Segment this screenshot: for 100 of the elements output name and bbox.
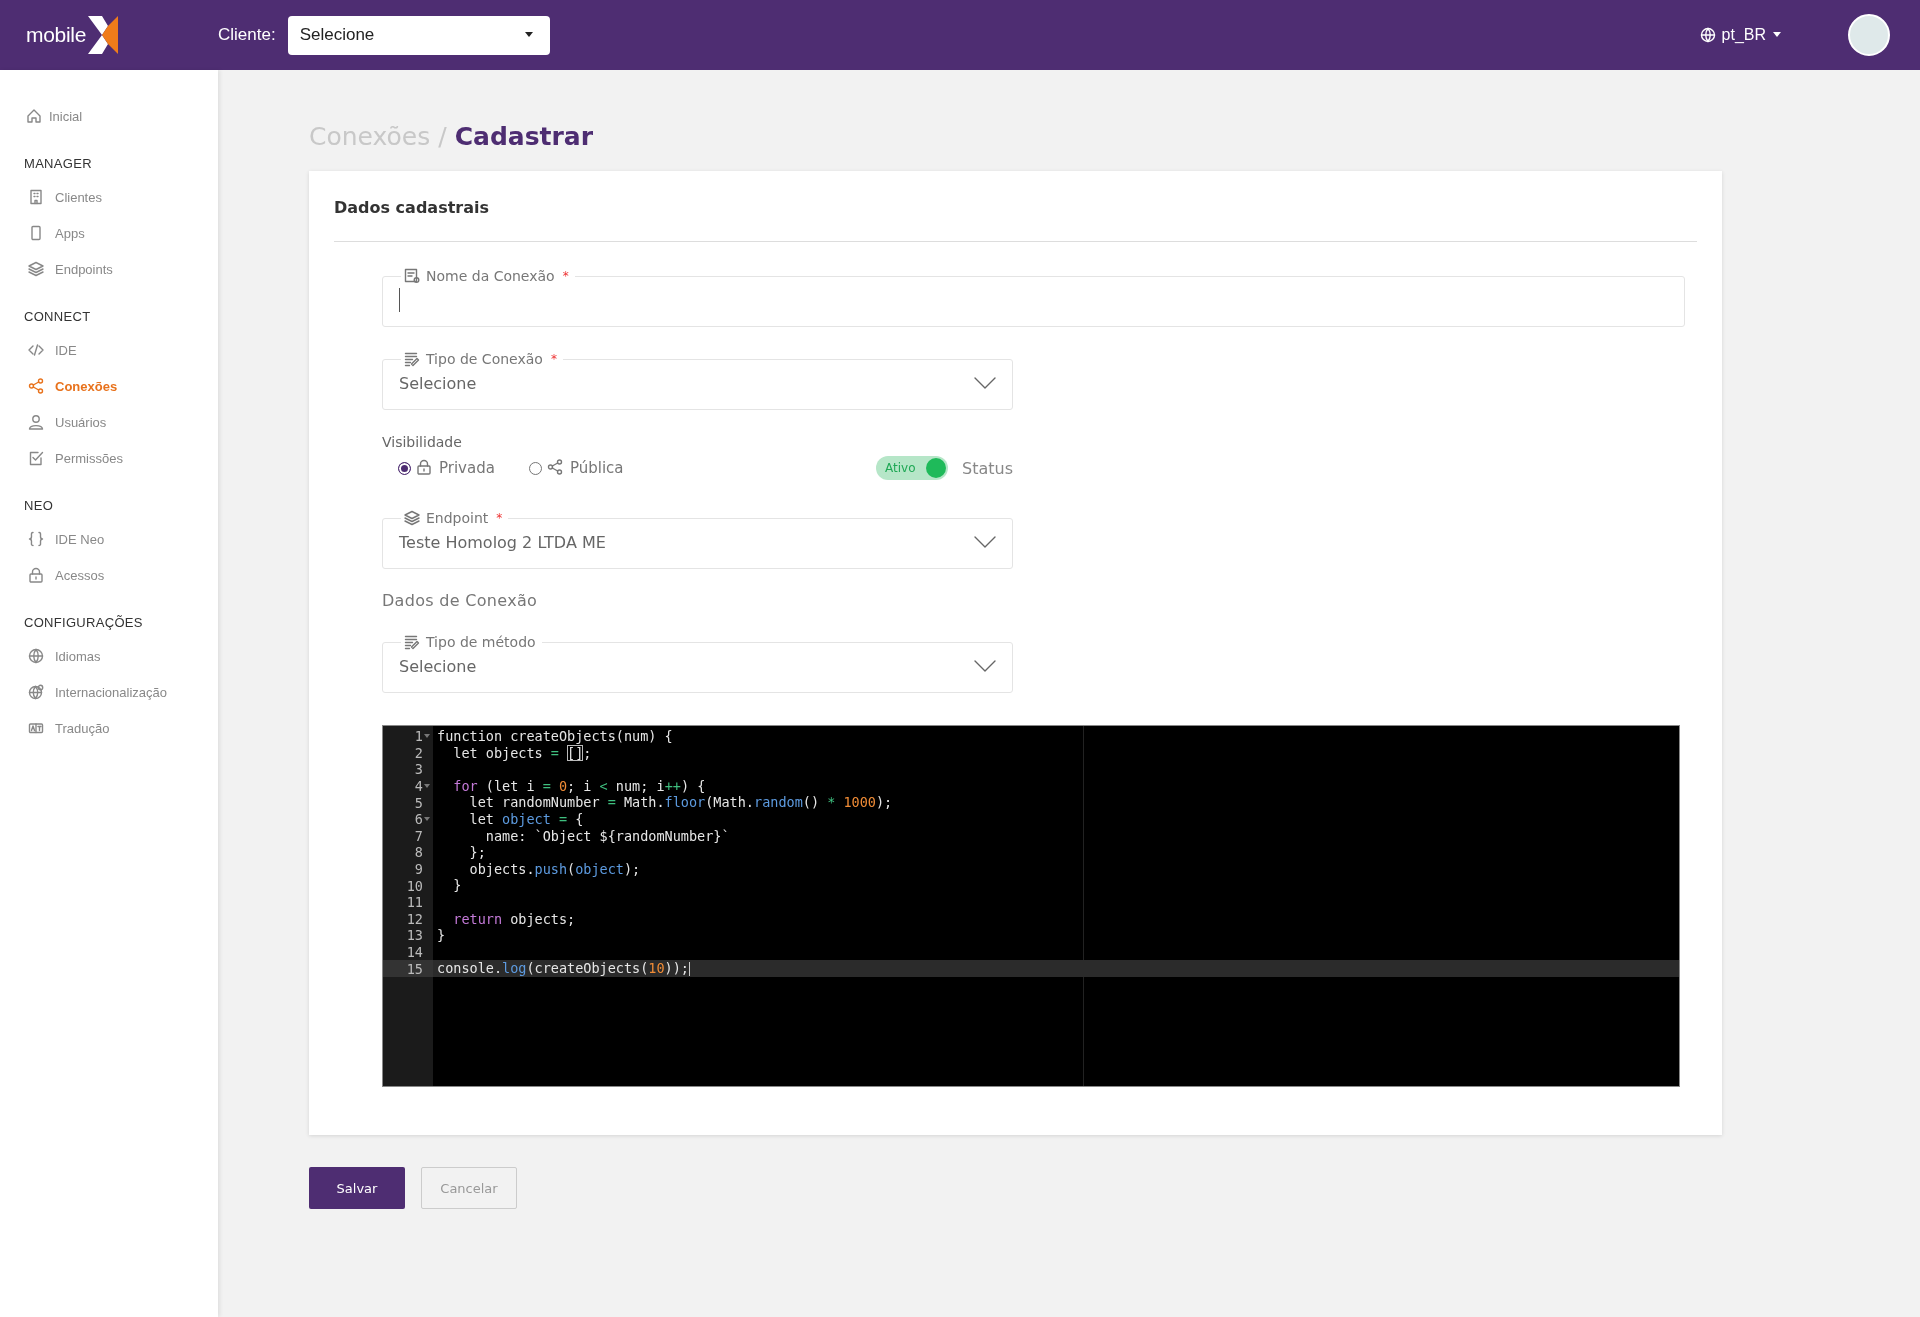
- code-line: for (let i = 0; i < num; i++) {: [452, 777, 706, 795]
- layers-icon: [28, 261, 44, 277]
- translate-icon: [28, 720, 44, 736]
- cancel-button[interactable]: Cancelar: [421, 1167, 517, 1209]
- field-label: Endpoint: [426, 510, 489, 526]
- sidebar-item[interactable]: Apps: [24, 215, 218, 251]
- code-line: objects.push(object);: [468, 860, 641, 878]
- field-label: Tipo de método: [426, 634, 536, 650]
- sidebar-item[interactable]: Acessos: [24, 557, 218, 593]
- chevron-down-icon: [974, 660, 996, 672]
- radio-button[interactable]: [398, 461, 411, 475]
- section-heading: CONNECT: [24, 309, 92, 324]
- language-selector[interactable]: pt_BR: [1693, 25, 1788, 45]
- logo-mark-icon: [88, 16, 119, 54]
- share-icon: [28, 378, 44, 394]
- line-number: 15: [406, 960, 423, 977]
- sidebar-item[interactable]: Clientes: [24, 179, 218, 215]
- line-number: 2: [414, 744, 423, 761]
- status-toggle[interactable]: Ativo: [876, 456, 948, 480]
- form-icon: [404, 268, 420, 284]
- sidebar-item[interactable]: IDE: [24, 332, 218, 368]
- line-number: 1: [414, 728, 423, 745]
- building-icon: [28, 189, 44, 205]
- braces-icon: [28, 531, 44, 547]
- fold-arrow-icon[interactable]: [424, 817, 430, 822]
- caret-icon: [1772, 32, 1782, 38]
- required-mark: *: [496, 511, 503, 525]
- globe-icon: [1699, 27, 1716, 43]
- list-pen-icon: [404, 351, 420, 367]
- visibility-label: Visibilidade: [382, 434, 463, 450]
- client-label: Cliente:: [218, 25, 276, 45]
- line-number: 9: [414, 861, 423, 878]
- code-line: }: [452, 877, 462, 894]
- code-line: let randomNumber = Math.floor(Math.random() * 1000);: [468, 794, 893, 811]
- fold-arrow-icon[interactable]: [424, 784, 430, 789]
- globe-gear-icon: [28, 684, 44, 700]
- section-heading: MANAGER: [24, 156, 93, 171]
- section-title: Dados de Conexão: [382, 591, 539, 610]
- lock-icon: [416, 459, 434, 477]
- share-icon: [546, 459, 565, 477]
- user-icon: [28, 414, 44, 430]
- code-line: function createObjects(num) {: [437, 728, 673, 745]
- status-label: Status: [962, 458, 1013, 478]
- page-title: Cadastrar: [454, 122, 594, 151]
- sidebar-item[interactable]: Idiomas: [24, 638, 218, 674]
- required-mark: *: [550, 352, 557, 366]
- code-line: let object = {: [468, 810, 584, 828]
- chevron-down-icon: [974, 536, 996, 548]
- section-heading: CONFIGURAÇÕES: [24, 615, 144, 630]
- sidebar-item[interactable]: Permissões: [24, 440, 218, 476]
- layers-icon: [404, 510, 420, 526]
- save-button[interactable]: Salvar: [309, 1167, 405, 1209]
- globe-icon: [28, 648, 44, 664]
- sidebar-item[interactable]: Tradução: [24, 710, 218, 746]
- phone-icon: [28, 225, 44, 241]
- line-number: 8: [414, 844, 423, 861]
- input-field[interactable]: Nome da Conexão *: [382, 266, 1685, 327]
- select-field[interactable]: Tipo de método Selecione: [382, 632, 1013, 693]
- sidebar-item[interactable]: Conexões: [24, 368, 218, 404]
- code-icon: [28, 342, 44, 358]
- line-number: 10: [406, 877, 423, 894]
- home-icon: [26, 108, 42, 124]
- sidebar-item[interactable]: Usuários: [24, 404, 218, 440]
- breadcrumb-separator: /: [438, 122, 447, 151]
- code-line: console.log(createObjects(10));: [437, 960, 690, 977]
- section-heading: NEO: [24, 498, 55, 513]
- line-number: 4: [414, 778, 423, 795]
- line-number: 6: [414, 811, 423, 828]
- radio-option[interactable]: Pública: [528, 459, 624, 477]
- select-field[interactable]: Endpoint * Teste Homolog 2 LTDA ME: [382, 508, 1013, 569]
- avatar[interactable]: [1848, 14, 1890, 56]
- logo-text[interactable]: mobile: [26, 23, 87, 47]
- card-title: Dados cadastrais: [334, 193, 1697, 242]
- line-number: 5: [414, 794, 423, 811]
- code-line: return objects;: [452, 910, 576, 928]
- list-pen-icon: [404, 634, 420, 650]
- line-number: 14: [406, 944, 423, 960]
- code-line: };: [468, 844, 486, 861]
- code-line: name: `Object ${randomNumber}`: [484, 827, 730, 845]
- code-editor[interactable]: [382, 725, 1680, 1087]
- client-select[interactable]: Selecione: [287, 15, 550, 55]
- sidebar-item[interactable]: Endpoints: [24, 251, 218, 287]
- field-label: Tipo de Conexão: [426, 351, 543, 367]
- line-number: 13: [406, 927, 423, 944]
- field-label: Nome da Conexão: [426, 268, 555, 284]
- lock-icon: [28, 567, 44, 583]
- sidebar-item[interactable]: Internacionalização: [24, 674, 218, 710]
- required-mark: *: [562, 269, 569, 283]
- checklist-icon: [28, 450, 44, 466]
- sidebar-item[interactable]: Inicial: [24, 98, 218, 134]
- caret-icon: [523, 32, 534, 38]
- sidebar-item[interactable]: IDE Neo: [24, 521, 218, 557]
- code-line: let objects = [];: [452, 744, 592, 762]
- line-number: 7: [414, 827, 423, 844]
- chevron-down-icon: [974, 377, 996, 389]
- radio-button[interactable]: [528, 461, 542, 475]
- radio-option[interactable]: Privada: [398, 459, 495, 477]
- fold-arrow-icon[interactable]: [424, 734, 430, 739]
- code-line: }: [437, 927, 446, 944]
- line-number: 3: [414, 761, 423, 778]
